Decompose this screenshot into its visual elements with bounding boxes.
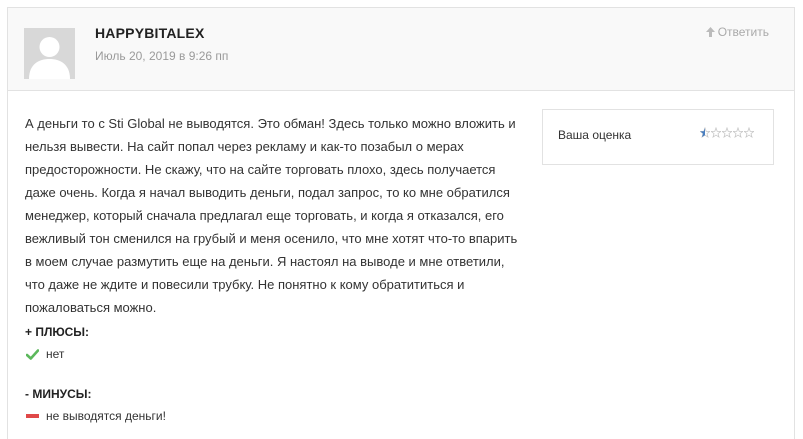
arrow-up-icon xyxy=(705,27,715,37)
star-icon[interactable] xyxy=(711,127,721,138)
author-name: HAPPYBITALEX xyxy=(95,25,205,41)
pros-title: + ПЛЮСЫ: xyxy=(25,325,90,339)
reply-button[interactable]: Ответить xyxy=(705,25,769,39)
cons-title: - МИНУСЫ: xyxy=(25,387,92,401)
minus-icon xyxy=(25,409,39,423)
star-rating[interactable] xyxy=(700,127,754,138)
check-icon xyxy=(25,347,39,361)
star-icon[interactable] xyxy=(733,127,743,138)
cons-item-label: не выводятся деньги! xyxy=(46,409,166,423)
review-header: HAPPYBITALEX Июль 20, 2019 в 9:26 пп Отв… xyxy=(8,8,794,91)
avatar xyxy=(24,28,75,79)
review-text: А деньги то с Sti Global не выводятся. Э… xyxy=(25,116,518,315)
pros-item-label: нет xyxy=(46,347,65,361)
review-card: HAPPYBITALEX Июль 20, 2019 в 9:26 пп Отв… xyxy=(7,7,795,439)
star-icon[interactable] xyxy=(700,127,710,138)
cons-item: не выводятся деньги! xyxy=(25,409,166,423)
reply-label: Ответить xyxy=(717,25,769,39)
rating-label: Ваша оценка xyxy=(558,128,632,142)
star-icon[interactable] xyxy=(722,127,732,138)
star-icon[interactable] xyxy=(744,127,754,138)
rating-box: Ваша оценка xyxy=(542,109,774,165)
review-date: Июль 20, 2019 в 9:26 пп xyxy=(95,49,229,63)
pros-item: нет xyxy=(25,347,64,361)
